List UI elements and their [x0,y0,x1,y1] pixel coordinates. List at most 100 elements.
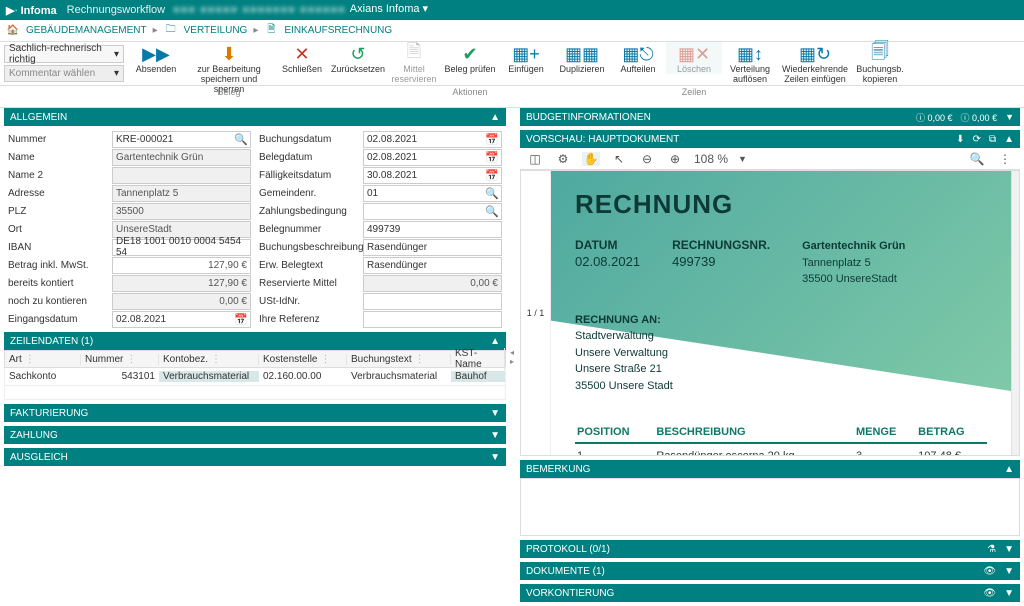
panel-ausgleich[interactable]: AUSGLEICH▼ [4,448,506,466]
ribbon-verteilung-aufloesen[interactable]: ▦↕Verteilung auflösen [722,42,778,84]
ribbon-wiederkehrende[interactable]: ▦↻Wiederkehrende Zeilen einfügen [778,42,852,84]
remark-textarea[interactable] [520,478,1020,536]
ribbon: Sachlich-rechnerisch richtig▾ Kommentar … [0,42,1024,86]
collapse-icon[interactable]: ▲ [490,112,500,123]
field-label: Name 2 [4,170,112,181]
eye-icon: 👁 [983,588,996,599]
left-pane: ALLGEMEIN▲ NummerKRE-000021🔍NameGartente… [0,108,510,606]
more-icon[interactable]: ⋮ [996,152,1014,166]
copy-icon[interactable]: ⧉ [989,134,996,145]
field-ort: UnsereStadt [112,221,251,238]
ribbon-groups-row: Beleg Aktionen Zeilen [0,86,1024,108]
field-eingangsdatum[interactable]: 02.08.2021📅 [112,311,251,328]
panel-vorkontierung[interactable]: VORKONTIERUNG👁▼ [520,584,1020,602]
panel-vorschau[interactable]: VORSCHAU: HAUPTDOKUMENT ⬇ ⟳ ⧉ ▲ [520,130,1020,148]
eye-icon: 👁 [983,566,996,577]
field-buchungsdatum[interactable]: 02.08.2021📅 [363,131,502,148]
ribbon-einfuegen[interactable]: ▦+Einfügen [498,42,554,74]
panel-zahlung[interactable]: ZAHLUNG▼ [4,426,506,444]
download-icon[interactable]: ⬇ [956,134,964,145]
ribbon-loeschen: ▦✕Löschen [666,42,722,74]
field-label: Belegnummer [255,224,363,235]
status-dropdown[interactable]: Sachlich-rechnerisch richtig▾ [4,45,124,63]
field-iban[interactable]: DE18 1001 0010 0004 5454 54 [112,239,251,256]
field-label: Fälligkeitsdatum [255,170,363,181]
search-icon[interactable]: 🔍 [485,205,499,218]
ribbon-buchungsb-kopieren[interactable]: 🗐Buchungsb. kopieren [852,42,908,84]
panel-protokoll[interactable]: PROTOKOLL (0/1)⚗▼ [520,540,1020,558]
field-label: Eingangsdatum [4,314,112,325]
grid-row[interactable]: Sachkonto 543101 Verbrauchsmaterial 02.1… [4,368,506,386]
field-plz: 35500 [112,203,251,220]
calendar-icon[interactable]: 📅 [485,151,499,164]
document-icon: 🗎 [264,24,278,38]
field-label: Ort [4,224,112,235]
ribbon-aufteilen[interactable]: ▦⎋Aufteilen [610,42,666,74]
user-menu[interactable]: Axians Infoma ▾ [346,2,1018,19]
search-icon[interactable]: 🔍 [968,152,986,166]
field-zahlungsbedingung[interactable]: 🔍 [363,203,502,220]
field-belegdatum[interactable]: 02.08.2021📅 [363,149,502,166]
field-belegnummer[interactable]: 499739 [363,221,502,238]
panel-zeilendaten-head[interactable]: ZEILENDATEN (1)▲ [4,332,506,350]
field-f-lligkeitsdatum[interactable]: 30.08.2021📅 [363,167,502,184]
search-icon[interactable]: 🔍 [485,187,499,200]
field-noch-zu-kontieren: 0,00 € [112,293,251,310]
doc-heading: RECHNUNG [575,189,987,220]
sidebar-toggle-icon[interactable]: ◫ [526,152,544,166]
field-bereits-kontiert: 127,90 € [112,275,251,292]
ribbon-schliessen[interactable]: ✕Schließen [274,42,330,74]
breadcrumb-2[interactable]: VERTEILUNG [184,25,248,36]
panel-allgemein-head[interactable]: ALLGEMEIN▲ [4,108,506,126]
field-nummer[interactable]: KRE-000021🔍 [112,131,251,148]
refresh-icon[interactable]: ⟳ [973,134,981,145]
window-subtitle-redacted: ■■■ ■■■■■ ■■■■■■■ ■■■■■■ [173,4,346,16]
field-label: Ihre Referenz [255,314,363,325]
field-label: Reservierte Mittel [255,278,363,289]
field-label: IBAN [4,242,112,253]
field-label: Gemeindenr. [255,188,363,199]
hand-tool-icon[interactable]: ✋ [582,152,600,166]
ribbon-zuruecksetzen[interactable]: ↺Zurücksetzen [330,42,386,74]
gear-icon[interactable]: ⚙ [554,152,572,166]
pointer-tool-icon[interactable]: ↖ [610,152,628,166]
comment-dropdown[interactable]: Kommentar wählen▾ [4,65,124,82]
zoom-level[interactable]: 108 % [694,152,728,166]
field-ihre-referenz[interactable] [363,311,502,328]
field-label: PLZ [4,206,112,217]
panel-budget[interactable]: BUDGETINFORMATIONEN ⓘ 0,00 € ⓘ 0,00 € ▼ [520,108,1020,126]
field-gemeindenr-[interactable]: 01🔍 [363,185,502,202]
field-betrag-inkl-mwst-[interactable]: 127,90 € [112,257,251,274]
field-name: Gartentechnik Grün [112,149,251,166]
field-label: Buchungsbeschreibung [255,242,363,253]
zoom-out-icon[interactable]: ⊖ [638,152,656,166]
panel-bemerkung[interactable]: BEMERKUNG▲ [520,460,1020,478]
filter-icon: ⚗ [987,544,996,555]
scrollbar[interactable] [1011,171,1019,455]
breadcrumb-3[interactable]: EINKAUFSRECHNUNG [284,25,392,36]
field-label: Adresse [4,188,112,199]
field-ust-idnr-[interactable] [363,293,502,310]
calendar-icon[interactable]: 📅 [485,133,499,146]
home-icon[interactable]: 🏠 [6,24,20,38]
search-icon[interactable]: 🔍 [234,133,248,146]
field-label: bereits kontiert [4,278,112,289]
ribbon-beleg-pruefen[interactable]: ✔Beleg prüfen [442,42,498,74]
page-indicator: 1 / 1 [521,171,551,455]
document-preview[interactable]: RECHNUNG DATUM02.08.2021 RECHNUNGSNR.499… [551,171,1011,455]
brand-logo: ▶∙ Infoma [6,4,57,17]
calendar-icon[interactable]: 📅 [234,313,248,326]
field-erw-belegtext[interactable]: Rasendünger [363,257,502,274]
breadcrumb-1[interactable]: GEBÄUDEMANAGEMENT [26,25,147,36]
ribbon-mittel-reservieren: 🗎Mittel reservieren [386,42,442,84]
panel-fakturierung[interactable]: FAKTURIERUNG▼ [4,404,506,422]
ribbon-duplizieren[interactable]: ▦▦Duplizieren [554,42,610,74]
zoom-in-icon[interactable]: ⊕ [666,152,684,166]
folder-icon: 🗀 [164,24,178,38]
window-title: Rechnungsworkflow [67,4,165,16]
panel-dokumente[interactable]: DOKUMENTE (1)👁▼ [520,562,1020,580]
field-buchungsbeschreibung[interactable]: Rasendünger [363,239,502,256]
calendar-icon[interactable]: 📅 [485,169,499,182]
ribbon-absenden[interactable]: ▶▶Absenden [128,42,184,74]
field-label: Zahlungsbedingung [255,206,363,217]
